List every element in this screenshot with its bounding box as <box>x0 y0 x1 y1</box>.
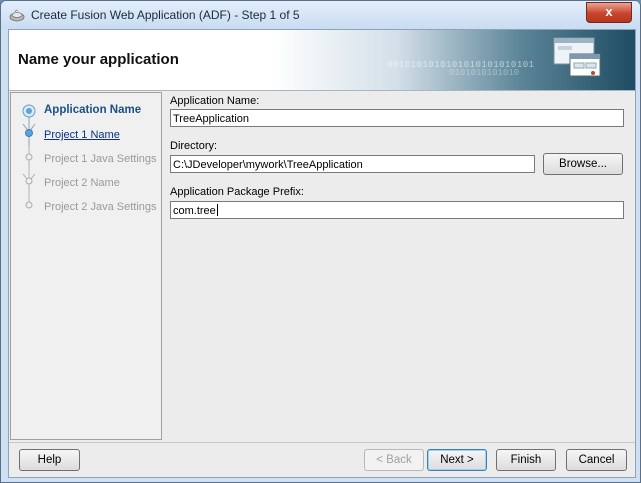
step-project-2-java-settings[interactable]: Project 2 Java Settings <box>11 194 161 218</box>
step-label: Project 2 Name <box>44 177 120 189</box>
step-label: Project 2 Java Settings <box>44 201 157 213</box>
wizard-window: Create Fusion Web Application (ADF) - St… <box>0 0 641 483</box>
close-button[interactable]: x <box>586 2 632 23</box>
wizard-header: Name your application 001010101010101010… <box>9 30 635 91</box>
text-cursor <box>216 204 218 216</box>
cancel-button-label: Cancel <box>578 454 615 466</box>
directory-input[interactable]: C:\JDeveloper\mywork\TreeApplication <box>170 155 535 173</box>
footer-separator <box>9 442 635 443</box>
dialog-client-area: Name your application 001010101010101010… <box>8 29 636 478</box>
step-project-1-java-settings[interactable]: Project 1 Java Settings <box>11 146 161 170</box>
directory-label: Directory: <box>170 140 218 152</box>
window-title: Create Fusion Web Application (ADF) - St… <box>31 8 300 22</box>
application-name-input[interactable]: TreeApplication <box>170 109 624 127</box>
active-step-icon <box>22 104 36 122</box>
close-icon: x <box>605 4 613 19</box>
back-button[interactable]: < Back <box>364 449 424 471</box>
next-button[interactable]: Next > <box>427 449 487 471</box>
browse-button[interactable]: Browse... <box>543 153 623 175</box>
help-button-label: Help <box>37 454 62 466</box>
finish-button-label: Finish <box>510 454 542 466</box>
step-application-name[interactable]: Application Name <box>11 102 161 122</box>
package-prefix-label: Application Package Prefix: <box>170 186 304 198</box>
step-label: Project 1 Java Settings <box>44 153 157 165</box>
jdeveloper-cup-icon <box>9 9 25 22</box>
wizard-steps-panel: Application Name Project 1 Name Project … <box>10 92 162 440</box>
back-button-label: < Back <box>376 454 412 466</box>
pending-branch-step-icon <box>22 170 36 194</box>
finish-button[interactable]: Finish <box>496 449 556 471</box>
step-label: Project 1 Name <box>44 129 120 141</box>
step-label: Application Name <box>44 104 142 116</box>
application-name-label: Application Name: <box>170 95 260 107</box>
browse-button-label: Browse... <box>559 158 607 170</box>
page-title: Name your application <box>18 51 179 68</box>
package-prefix-input[interactable]: com.tree <box>170 201 624 219</box>
help-button[interactable]: Help <box>19 449 80 471</box>
pending-step-icon <box>25 194 33 209</box>
visited-step-icon <box>22 122 36 146</box>
title-bar[interactable]: Create Fusion Web Application (ADF) - St… <box>1 1 640 29</box>
cancel-button[interactable]: Cancel <box>566 449 627 471</box>
package-prefix-value: com.tree <box>173 205 216 217</box>
header-binary-decoration-2: 0101010101010 <box>449 68 520 78</box>
step-project-1-name[interactable]: Project 1 Name <box>11 122 161 146</box>
application-windows-icon <box>553 37 601 77</box>
application-form: Application Name: TreeApplication Direct… <box>169 92 629 438</box>
pending-step-icon <box>25 146 33 170</box>
next-button-label: Next > <box>440 454 474 466</box>
step-project-2-name[interactable]: Project 2 Name <box>11 170 161 194</box>
